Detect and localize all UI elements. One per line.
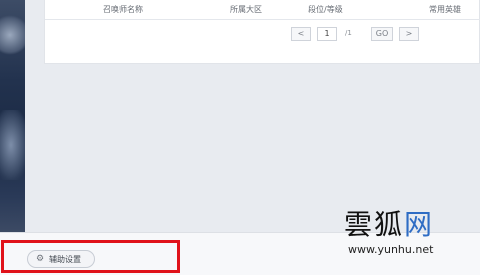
watermark-brand-suffix: 网	[404, 208, 435, 241]
table-header: 召唤师名称 所属大区 段位/等级 常用英雄	[45, 0, 480, 20]
go-button[interactable]: GO	[371, 27, 393, 41]
total-pages: /1	[345, 29, 352, 37]
watermark-brand: 雲狐网	[344, 203, 434, 243]
chevron-right-icon: >	[405, 29, 413, 38]
next-page-button[interactable]: >	[399, 27, 419, 41]
column-summoner-name: 召唤师名称	[103, 5, 143, 14]
column-region: 所属大区	[230, 5, 262, 14]
highlight-box	[1, 240, 180, 273]
hero-artwork	[0, 0, 25, 232]
chevron-left-icon: <	[297, 29, 305, 38]
summoner-table-panel: 召唤师名称 所属大区 段位/等级 常用英雄 < 1 /1 GO >	[44, 0, 480, 64]
watermark-url: www.yunhu.net	[348, 243, 434, 256]
page-number-input[interactable]: 1	[317, 27, 337, 41]
column-rank-level: 段位/等级	[308, 5, 343, 14]
column-common-heroes: 常用英雄	[429, 5, 461, 14]
watermark-brand-text: 雲狐	[344, 208, 405, 241]
site-watermark: 雲狐网 www.yunhu.net	[344, 203, 480, 275]
prev-page-button[interactable]: <	[291, 27, 311, 41]
